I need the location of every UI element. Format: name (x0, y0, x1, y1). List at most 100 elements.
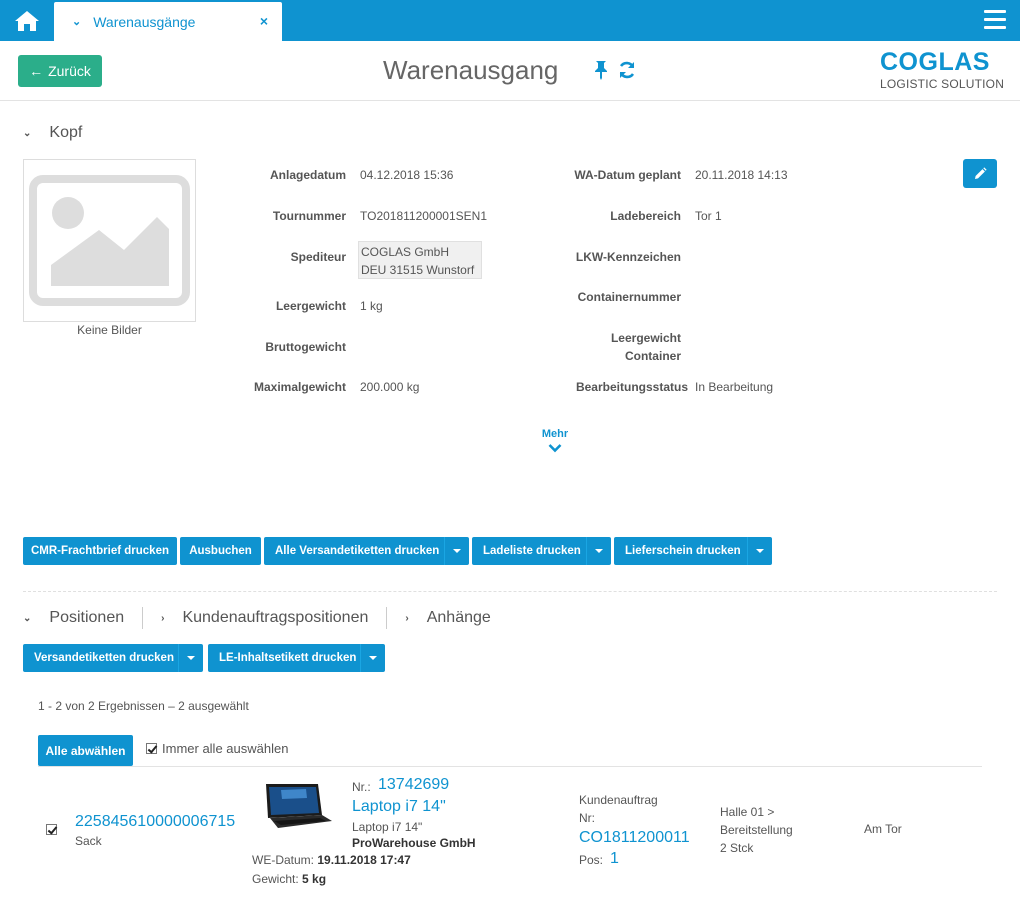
supplier: ProWarehouse GmbH (352, 836, 476, 850)
print-loading-list-label: Ladeliste drucken (483, 545, 581, 557)
caret-down-icon[interactable] (360, 644, 385, 672)
section-divider (23, 591, 997, 592)
weight-line: Gewicht: 5 kg (252, 872, 326, 886)
value-bearbeitungsstatus: In Bearbeitung (695, 380, 774, 394)
label-tournummer: Tournummer (272, 209, 346, 223)
chevron-down-icon: ⌄ (23, 612, 32, 624)
value-anlagedatum: 04.12.2018 15:36 (360, 168, 454, 182)
pencil-icon (975, 166, 987, 179)
ausbuchen-button[interactable]: Ausbuchen (180, 537, 261, 565)
print-le-content-label-button[interactable]: LE-Inhaltsetikett drucken (208, 644, 385, 672)
deselect-all-button[interactable]: Alle abwählen (38, 735, 133, 766)
more-label: Mehr (541, 428, 569, 440)
label-spediteur: Spediteur (290, 250, 346, 264)
tab-warenausgaenge[interactable]: ⌄ Warenausgänge × (54, 2, 282, 41)
label-leergewicht-container-line1: Leergewicht (610, 331, 681, 345)
print-shipping-labels-label: Versandetiketten drucken (34, 652, 174, 664)
value-spediteur: COGLAS GmbH DEU 31515 Wunstorf (358, 241, 482, 279)
article-description: Laptop i7 14" (352, 820, 423, 834)
section-kopf-label: Kopf (49, 124, 83, 141)
chevron-right-icon: › (405, 612, 409, 624)
row-checkbox[interactable] (46, 824, 57, 835)
section-kopf-toggle[interactable]: ⌄ Kopf (23, 124, 82, 142)
home-icon (15, 10, 39, 31)
list-divider (38, 766, 982, 767)
label-maximalgewicht: Maximalgewicht (253, 380, 346, 394)
print-all-shipping-labels-button[interactable]: Alle Versandetiketten drucken (264, 537, 469, 565)
label-bearbeitungsstatus: Bearbeitungsstatus (575, 380, 688, 394)
tab-positionen[interactable]: Positionen (49, 609, 124, 627)
order-nr-label: Nr: (579, 811, 595, 825)
article-nr-label: Nr.: (352, 780, 371, 794)
label-anlagedatum: Anlagedatum (269, 168, 346, 182)
close-icon[interactable]: × (260, 13, 268, 29)
refresh-icon[interactable] (617, 60, 637, 80)
image-placeholder[interactable] (23, 159, 196, 322)
back-button[interactable]: ← Zurück (18, 55, 102, 87)
value-tournummer: TO201811200001SEN1 (360, 209, 487, 223)
back-button-label: Zurück (48, 63, 91, 79)
article-name-link[interactable]: Laptop i7 14" (352, 798, 446, 816)
le-type: Sack (75, 834, 102, 848)
logo-main: COGLAS (880, 48, 990, 76)
we-date-value: 19.11.2018 17:47 (317, 853, 411, 867)
select-all-checkbox[interactable]: Immer alle auswählen (146, 741, 288, 756)
we-date-label: WE-Datum: (252, 853, 315, 867)
home-button[interactable] (0, 0, 54, 41)
we-date-line: WE-Datum: 19.11.2018 17:47 (252, 853, 411, 867)
checkbox-checked-icon[interactable] (146, 743, 157, 754)
location-line1: Halle 01 > (720, 805, 775, 819)
edit-button[interactable] (963, 159, 997, 188)
no-images-label: Keine Bilder (77, 323, 142, 337)
more-toggle[interactable]: Mehr (532, 428, 578, 456)
company-logo: COGLAS LOGISTIC SOLUTION (880, 49, 1004, 91)
chevron-right-icon: › (161, 612, 165, 624)
quantity: 2 Stck (720, 841, 754, 855)
print-delivery-note-button[interactable]: Lieferschein drucken (614, 537, 772, 565)
label-leergewicht-container: Leergewicht Container (530, 329, 681, 365)
tab-kundenauftragspositionen[interactable]: Kundenauftragspositionen (182, 609, 368, 627)
page-title: Warenausgang (383, 55, 559, 85)
chevron-down-icon (548, 444, 562, 453)
caret-down-icon[interactable] (586, 537, 611, 565)
value-leergewicht: 1 kg (360, 299, 383, 313)
laptop-image (266, 784, 332, 828)
print-le-content-label-label: LE-Inhaltsetikett drucken (219, 652, 357, 664)
caret-down-icon[interactable] (178, 644, 203, 672)
tab-anhaenge[interactable]: Anhänge (427, 609, 491, 627)
order-nr-link[interactable]: CO1811200011 (579, 829, 690, 847)
value-wa-datum-geplant: 20.11.2018 14:13 (695, 168, 788, 182)
pos-link[interactable]: 1 (610, 850, 619, 868)
spediteur-name: COGLAS GmbH (361, 245, 450, 259)
hamburger-menu-icon[interactable] (984, 10, 1006, 30)
cmr-print-button[interactable]: CMR-Frachtbrief drucken (23, 537, 177, 565)
value-maximalgewicht: 200.000 kg (360, 380, 420, 394)
article-nr-link[interactable]: 13742699 (378, 776, 449, 794)
tab-separator (386, 607, 388, 629)
print-loading-list-button[interactable]: Ladeliste drucken (472, 537, 611, 565)
pos-label: Pos: (579, 853, 604, 867)
row-status: Am Tor (864, 822, 902, 836)
header-divider (0, 100, 1020, 101)
top-bar: ⌄ Warenausgänge × (0, 0, 1020, 41)
spediteur-address: DEU 31515 Wunstorf (361, 263, 475, 277)
caret-down-icon[interactable] (444, 537, 469, 565)
location-line2: Bereitstellung (720, 823, 793, 837)
arrow-left-icon: ← (29, 63, 44, 79)
label-bruttogewicht: Bruttogewicht (265, 340, 346, 354)
position-tabs: ⌄ Positionen › Kundenauftragspositionen … (23, 606, 491, 630)
label-leergewicht: Leergewicht (275, 299, 346, 313)
print-delivery-note-label: Lieferschein drucken (625, 545, 741, 557)
label-lkw-kennzeichen: LKW-Kennzeichen (575, 250, 681, 264)
caret-down-icon[interactable] (747, 537, 772, 565)
weight-value: 5 kg (302, 872, 327, 886)
le-number-link[interactable]: 225845610000006715 (75, 813, 235, 831)
pin-icon[interactable] (593, 60, 609, 80)
print-shipping-labels-button[interactable]: Versandetiketten drucken (23, 644, 203, 672)
tab-label: Warenausgänge (93, 13, 196, 30)
label-leergewicht-container-line2: Container (624, 349, 681, 363)
result-count: 1 - 2 von 2 Ergebnissen – 2 ausgewählt (38, 699, 249, 713)
label-wa-datum-geplant: WA-Datum geplant (574, 168, 681, 182)
chevron-down-icon: ⌄ (23, 127, 32, 139)
value-ladebereich: Tor 1 (695, 209, 722, 223)
